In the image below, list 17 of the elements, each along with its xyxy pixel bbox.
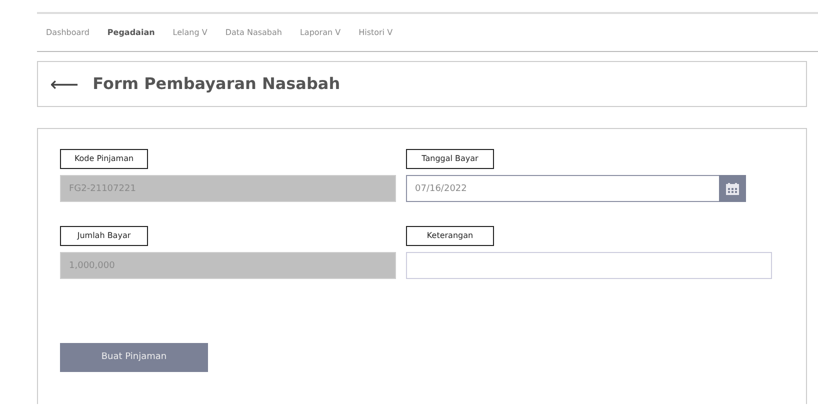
page-title: Form Pembayaran Nasabah (92, 74, 340, 94)
submit-button[interactable]: Buat Pinjaman (60, 343, 208, 372)
back-arrow-icon[interactable]: ⟵ (50, 74, 79, 94)
nav-link[interactable]: Data Nasabah (216, 26, 291, 38)
field-label: Kode Pinjaman (60, 149, 148, 169)
nav-link[interactable]: Lelang V (164, 26, 216, 38)
field-label: Tanggal Bayar (406, 149, 494, 169)
nav-link[interactable]: Histori V (350, 26, 402, 38)
date-field[interactable]: 07/16/2022 (406, 175, 719, 202)
nav-link[interactable]: Laporan V (290, 26, 350, 38)
field-label: Jumlah Bayar (60, 226, 148, 246)
nav-link[interactable]: Pegadaian (98, 26, 164, 38)
calendar-icon (726, 182, 739, 194)
field-label: Keterangan (406, 226, 494, 246)
nav-link[interactable]: Dashboard (37, 26, 98, 38)
input-field[interactable] (406, 252, 772, 279)
calendar-button[interactable] (719, 175, 746, 202)
